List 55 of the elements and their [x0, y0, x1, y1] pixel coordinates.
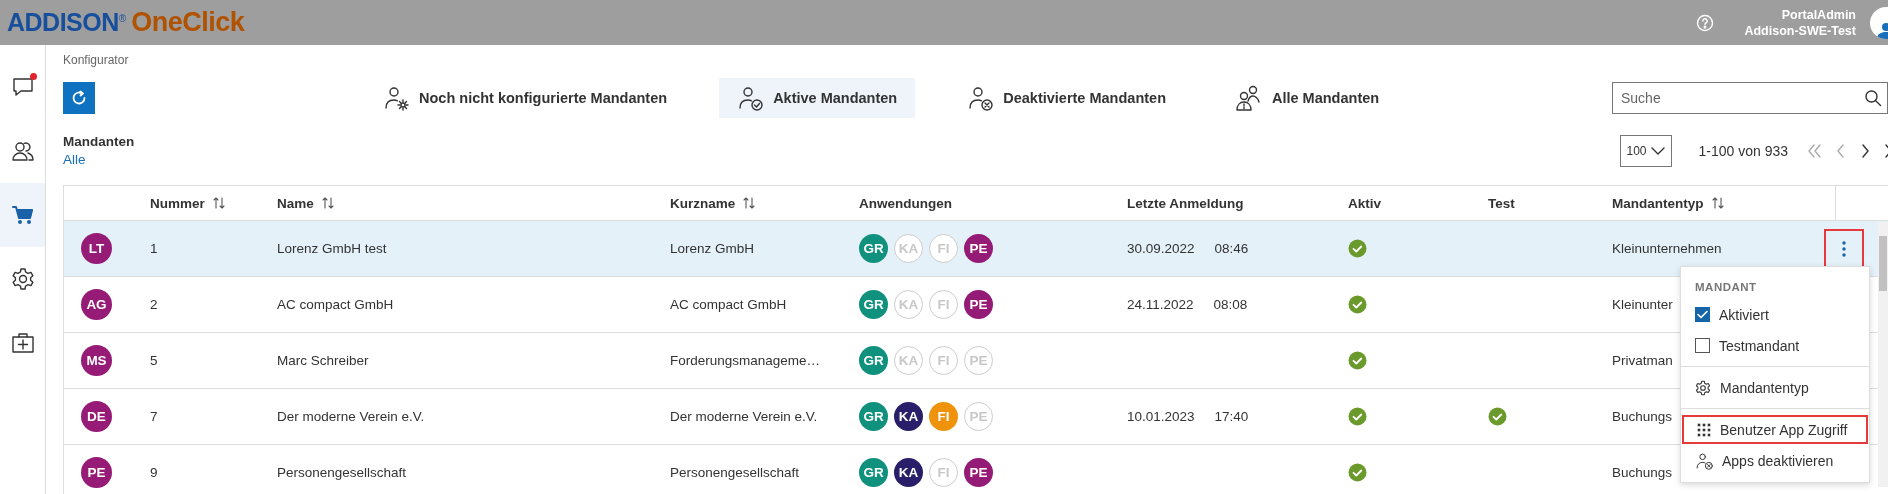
- table-cell: 10.01.2023: [1127, 409, 1195, 424]
- initials-avatar: LT: [81, 233, 112, 264]
- app-badge: GR: [859, 290, 888, 319]
- table-cell: AC compact GmbH: [277, 297, 394, 312]
- app-badge: GR: [859, 458, 888, 487]
- logo-text: OneClick: [131, 7, 245, 38]
- table-cell: Privatman: [1612, 353, 1673, 368]
- initials-avatar: AG: [81, 289, 112, 320]
- table-cell: Marc Schreiber: [277, 353, 369, 368]
- table-cell: 30.09.2022: [1127, 241, 1195, 256]
- table-cell: 2: [150, 297, 158, 312]
- table-cell: Kleinunternehmen: [1612, 241, 1722, 256]
- breadcrumb: Konfigurator: [63, 53, 129, 67]
- app-badge: KA: [894, 402, 923, 431]
- table-cell: Kleinunter: [1612, 297, 1673, 312]
- table-cell: Forderungsmanageme…: [670, 353, 821, 368]
- table-cell: Der moderne Verein e.V.: [670, 409, 818, 424]
- table-cell: 08:46: [1214, 241, 1249, 256]
- column-header: Anwendungen: [859, 195, 952, 211]
- column-header: Test: [1488, 195, 1515, 211]
- app-badge: GR: [859, 402, 888, 431]
- column-header: Letzte Anmeldung: [1127, 195, 1244, 211]
- table-cell: 08:08: [1213, 297, 1248, 312]
- table-cell: 7: [150, 409, 158, 424]
- filter-title: Mandanten: [63, 134, 135, 149]
- initials-avatar: MS: [81, 345, 112, 376]
- column-header: Aktiv: [1348, 195, 1381, 211]
- table-cell: 24.11.2022: [1127, 297, 1194, 312]
- app-badge: PE: [964, 234, 993, 263]
- table-cell: Lorenz GmbH: [670, 241, 755, 256]
- table-cell: 1: [150, 241, 158, 256]
- initials-avatar: PE: [81, 457, 112, 488]
- logo-text: ADDISON: [7, 8, 119, 37]
- table-cell: Lorenz GmbH test: [277, 241, 387, 256]
- table-cell: 9: [150, 465, 158, 480]
- app-badge: PE: [964, 458, 993, 487]
- app-badge: GR: [859, 346, 888, 375]
- tenant-name: Addison-SWE-Test: [1744, 22, 1856, 39]
- user-name: PortalAdmin: [1781, 6, 1856, 23]
- initials-avatar: DE: [81, 401, 112, 432]
- page-range: 1-100 von 933: [1698, 142, 1788, 159]
- registered-mark: ®: [118, 13, 127, 24]
- table-cell: Buchungs: [1612, 409, 1673, 424]
- app-badge: FI: [929, 402, 958, 431]
- table-cell: 5: [150, 353, 158, 368]
- table-cell: Personengesellschaft: [277, 465, 407, 480]
- table-cell: AC compact GmbH: [670, 297, 787, 312]
- menu-heading: MANDANT: [1695, 281, 1757, 293]
- app-badge: GR: [859, 234, 888, 263]
- table-cell: Personengesellschaft: [670, 465, 800, 480]
- app-badge: PE: [964, 290, 993, 319]
- table-cell: Der moderne Verein e.V.: [277, 409, 425, 424]
- table-cell: 17:40: [1214, 409, 1249, 424]
- app-badge: KA: [894, 458, 923, 487]
- table-cell: Buchungs: [1612, 465, 1673, 480]
